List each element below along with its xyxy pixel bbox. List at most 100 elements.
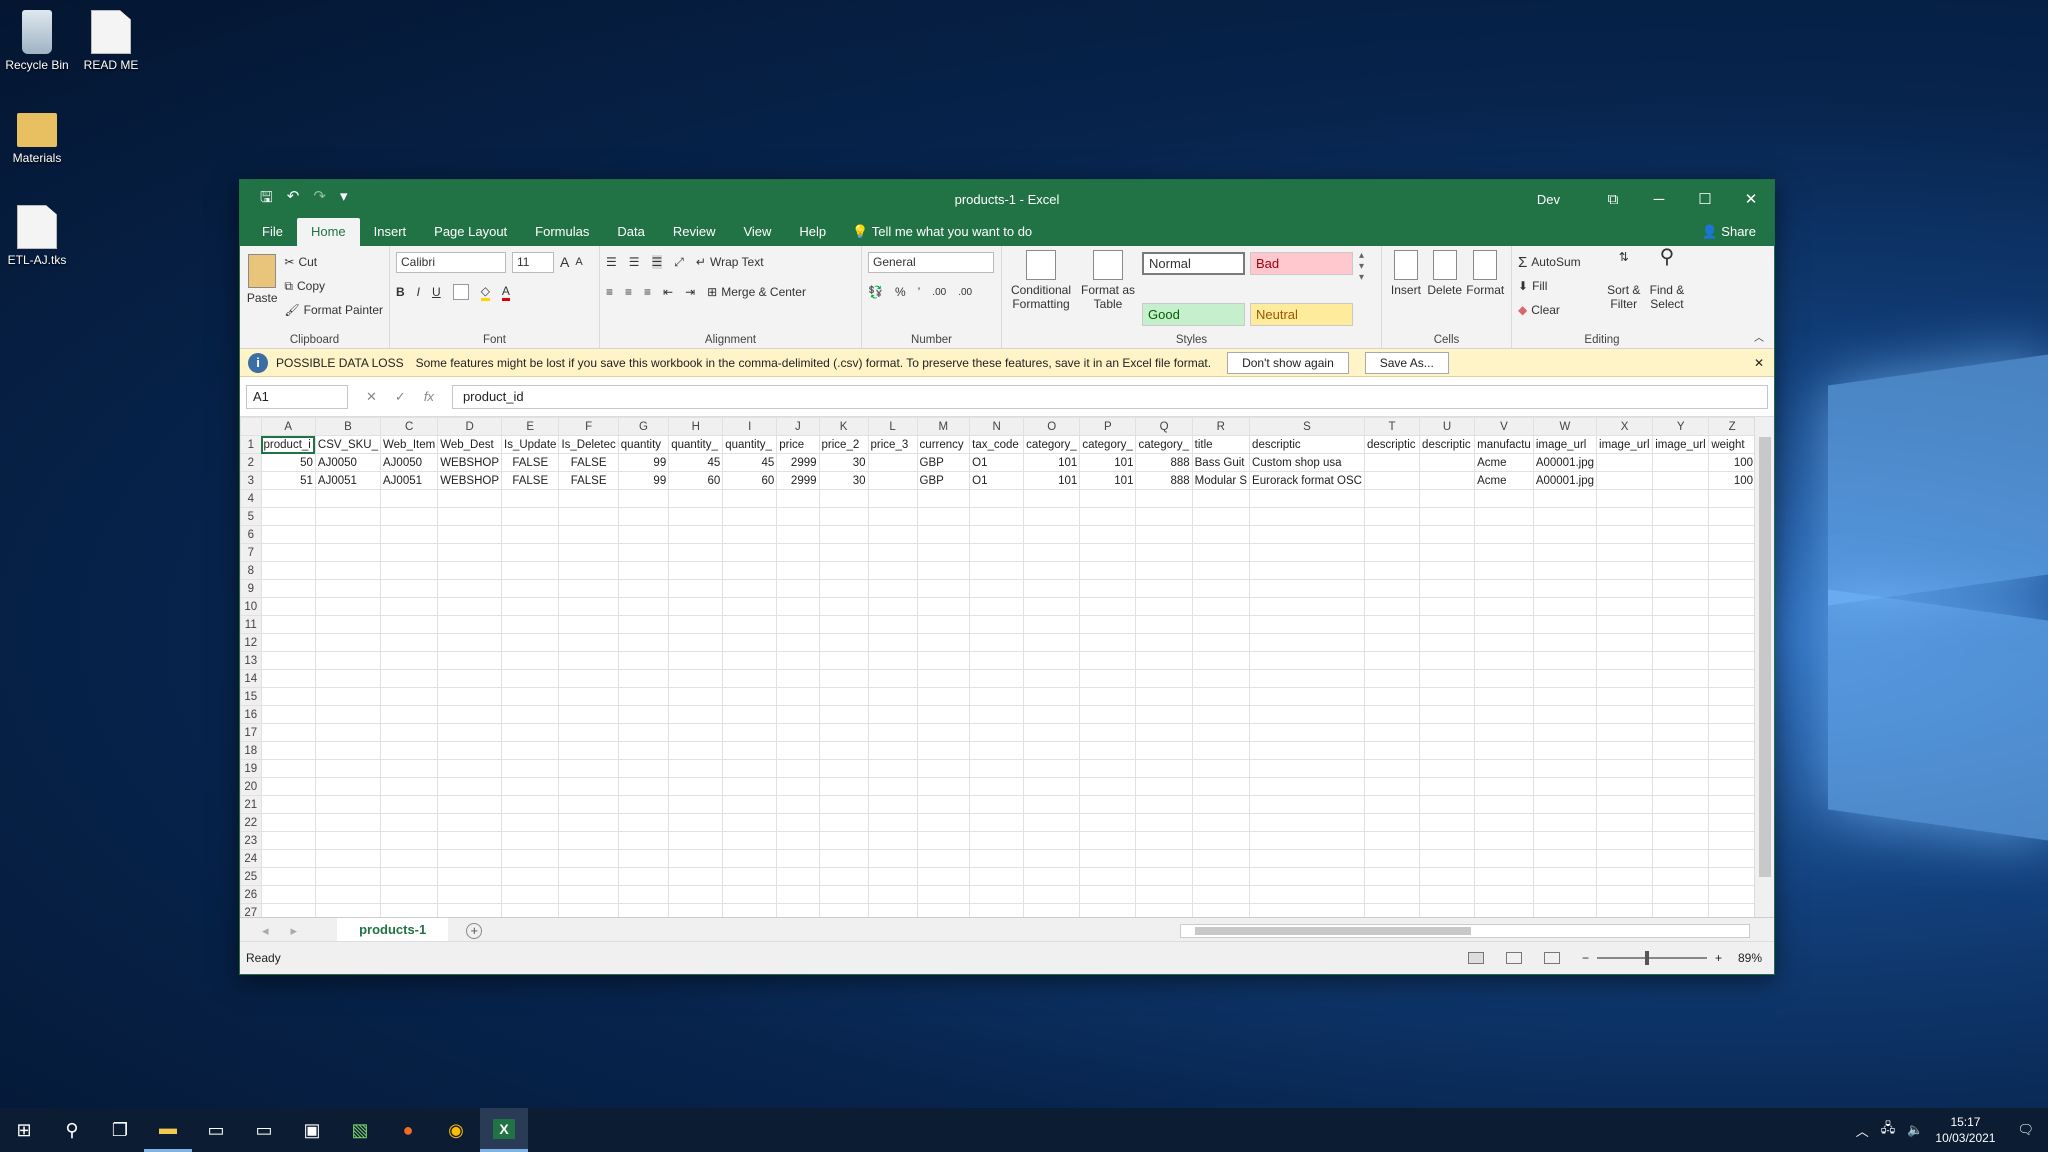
cell-V14[interactable] <box>1474 669 1534 688</box>
cell-U17[interactable] <box>1419 723 1476 742</box>
cell-Q22[interactable] <box>1135 813 1193 832</box>
cell-G3[interactable]: 99 <box>617 471 670 490</box>
cell-Y24[interactable] <box>1652 849 1710 868</box>
cell-D12[interactable] <box>437 633 502 652</box>
cell-L27[interactable] <box>867 903 918 917</box>
cell-F10[interactable] <box>558 597 619 616</box>
cell-G23[interactable] <box>617 831 670 850</box>
cell-P11[interactable] <box>1079 615 1137 634</box>
style-normal[interactable]: Normal <box>1142 252 1245 275</box>
cell-A9[interactable] <box>260 579 316 598</box>
cell-Q11[interactable] <box>1135 615 1193 634</box>
cell-F22[interactable] <box>558 813 619 832</box>
cell-U26[interactable] <box>1419 885 1476 904</box>
cell-Y17[interactable] <box>1652 723 1710 742</box>
cell-D6[interactable] <box>437 525 502 544</box>
cell-E13[interactable] <box>500 651 560 670</box>
cell-U13[interactable] <box>1419 651 1476 670</box>
cell-B8[interactable] <box>314 561 382 580</box>
cell-S27[interactable] <box>1249 903 1365 917</box>
cell-K9[interactable] <box>818 579 869 598</box>
cell-K4[interactable] <box>818 489 869 508</box>
taskbar-app-4[interactable]: ▧ <box>336 1108 384 1152</box>
cell-O3[interactable]: 101 <box>1023 471 1081 490</box>
cell-H4[interactable] <box>668 489 724 508</box>
cell-B10[interactable] <box>314 597 382 616</box>
cell-Z8[interactable] <box>1708 561 1756 580</box>
fill-button[interactable]: ⬇ Fill <box>1518 274 1600 298</box>
cell-I6[interactable] <box>722 525 778 544</box>
cell-S12[interactable] <box>1249 633 1365 652</box>
cell-G5[interactable] <box>617 507 670 526</box>
cell-J15[interactable] <box>776 687 820 706</box>
cell-A2[interactable]: 50 <box>260 453 316 472</box>
cell-C10[interactable] <box>379 597 439 616</box>
cell-G22[interactable] <box>617 813 670 832</box>
cell-V20[interactable] <box>1474 777 1534 796</box>
cell-Q12[interactable] <box>1135 633 1193 652</box>
cell-X12[interactable] <box>1596 633 1654 652</box>
cell-N20[interactable] <box>969 777 1025 796</box>
undo-icon[interactable]: ↶ <box>287 187 300 212</box>
cell-W1[interactable]: image_url <box>1532 435 1598 454</box>
cell-I17[interactable] <box>722 723 778 742</box>
cell-N8[interactable] <box>969 561 1025 580</box>
cell-L19[interactable] <box>867 759 918 778</box>
cell-F27[interactable] <box>558 903 619 917</box>
cell-E15[interactable] <box>500 687 560 706</box>
cell-P9[interactable] <box>1079 579 1137 598</box>
cell-M18[interactable] <box>916 741 971 760</box>
cell-X10[interactable] <box>1596 597 1654 616</box>
cell-Q17[interactable] <box>1135 723 1193 742</box>
font-size-select[interactable]: 11 <box>512 251 554 273</box>
cell-U12[interactable] <box>1419 633 1476 652</box>
taskbar-file-explorer[interactable]: ▬ <box>144 1108 192 1152</box>
cell-E20[interactable] <box>500 777 560 796</box>
cell-D15[interactable] <box>437 687 502 706</box>
cell-N21[interactable] <box>969 795 1025 814</box>
search-button[interactable]: ⚲ <box>48 1108 96 1152</box>
cell-P15[interactable] <box>1079 687 1137 706</box>
column-header-M[interactable]: M <box>916 417 971 436</box>
cell-I8[interactable] <box>722 561 778 580</box>
cell-E7[interactable] <box>500 543 560 562</box>
cell-X27[interactable] <box>1596 903 1654 917</box>
cut-button[interactable]: ✂ Cut <box>284 250 383 274</box>
cell-D25[interactable] <box>437 867 502 886</box>
cell-U20[interactable] <box>1419 777 1476 796</box>
cell-P6[interactable] <box>1079 525 1137 544</box>
tab-help[interactable]: Help <box>785 218 840 246</box>
cell-G11[interactable] <box>617 615 670 634</box>
cell-P10[interactable] <box>1079 597 1137 616</box>
cell-Z16[interactable] <box>1708 705 1756 724</box>
cell-I24[interactable] <box>722 849 778 868</box>
cell-N23[interactable] <box>969 831 1025 850</box>
cell-Q13[interactable] <box>1135 651 1193 670</box>
add-sheet-button[interactable]: + <box>466 922 483 939</box>
cell-P22[interactable] <box>1079 813 1137 832</box>
cell-D10[interactable] <box>437 597 502 616</box>
cell-E10[interactable] <box>500 597 560 616</box>
cell-A27[interactable] <box>260 903 316 917</box>
cell-T18[interactable] <box>1363 741 1421 760</box>
cell-C23[interactable] <box>379 831 439 850</box>
cell-W17[interactable] <box>1532 723 1598 742</box>
cell-S18[interactable] <box>1249 741 1365 760</box>
cell-T23[interactable] <box>1363 831 1421 850</box>
cell-J20[interactable] <box>776 777 820 796</box>
cell-Q24[interactable] <box>1135 849 1193 868</box>
cell-O7[interactable] <box>1023 543 1081 562</box>
cell-H8[interactable] <box>668 561 724 580</box>
cell-K24[interactable] <box>818 849 869 868</box>
cell-N12[interactable] <box>969 633 1025 652</box>
cell-F15[interactable] <box>558 687 619 706</box>
cell-H23[interactable] <box>668 831 724 850</box>
cell-B1[interactable]: CSV_SKU_ <box>314 435 382 454</box>
cell-E17[interactable] <box>500 723 560 742</box>
cell-X21[interactable] <box>1596 795 1654 814</box>
cell-B3[interactable]: AJ0051 <box>314 471 382 490</box>
borders-icon[interactable] <box>452 284 469 300</box>
cell-C16[interactable] <box>379 705 439 724</box>
row-header[interactable]: 17 <box>240 723 262 742</box>
cell-F14[interactable] <box>558 669 619 688</box>
